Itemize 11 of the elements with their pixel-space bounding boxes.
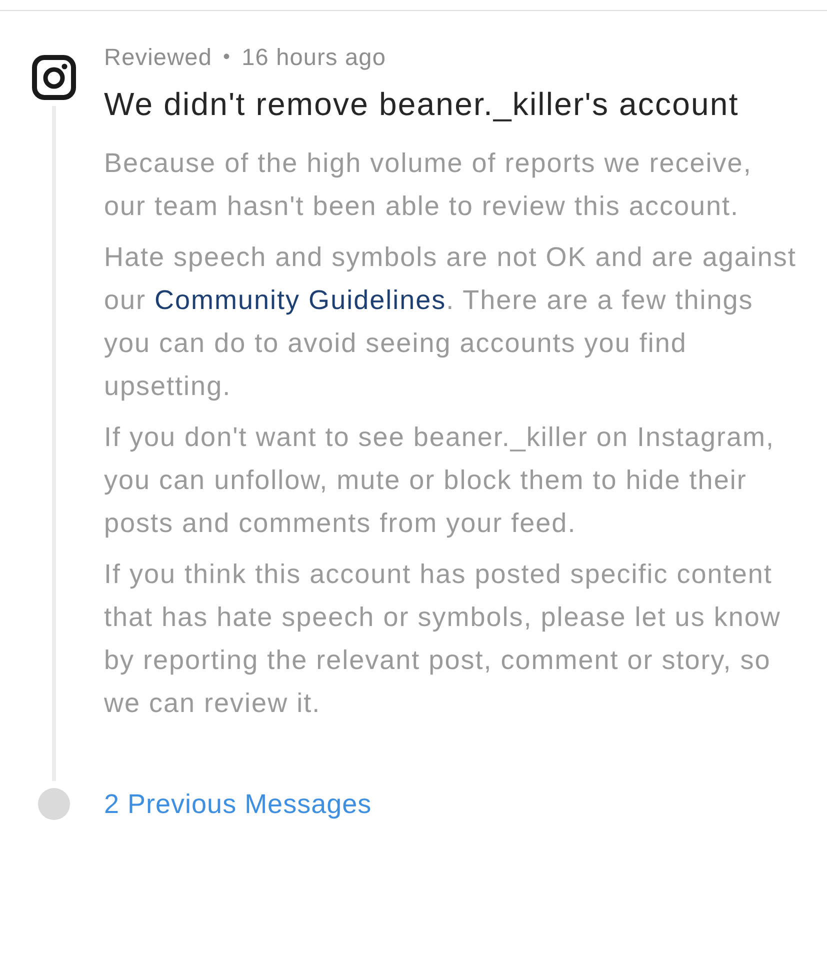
separator-dot: • xyxy=(223,45,231,70)
timestamp: 16 hours ago xyxy=(242,43,386,72)
message-paragraph: Because of the high volume of reports we receive, our team hasn't been able to review this account. xyxy=(104,147,753,223)
community-guidelines-link[interactable]: Community Guidelines xyxy=(154,285,446,315)
message-paragraph: If you think this account has posted specific content that has hate speech or symbols, please let us know by reporting the relevant post, comment or story, so we can review it. xyxy=(104,558,782,720)
message-title: We didn't remove beaner._killer's account xyxy=(104,86,740,122)
status-label: Reviewed xyxy=(104,43,212,72)
message-paragraph: Hate speech and symbols are not OK and are against our Community Guidelines. There are a few things you can do to avoid seeing accounts you find upsetting. xyxy=(104,241,798,403)
message-paragraph: If you don't want to see beaner._killer on Instagram, you can unfollow, mute or block them to hide their posts and comments from your feed. xyxy=(104,421,776,540)
camera-icon xyxy=(32,55,76,100)
timeline-dot-icon xyxy=(38,788,70,820)
